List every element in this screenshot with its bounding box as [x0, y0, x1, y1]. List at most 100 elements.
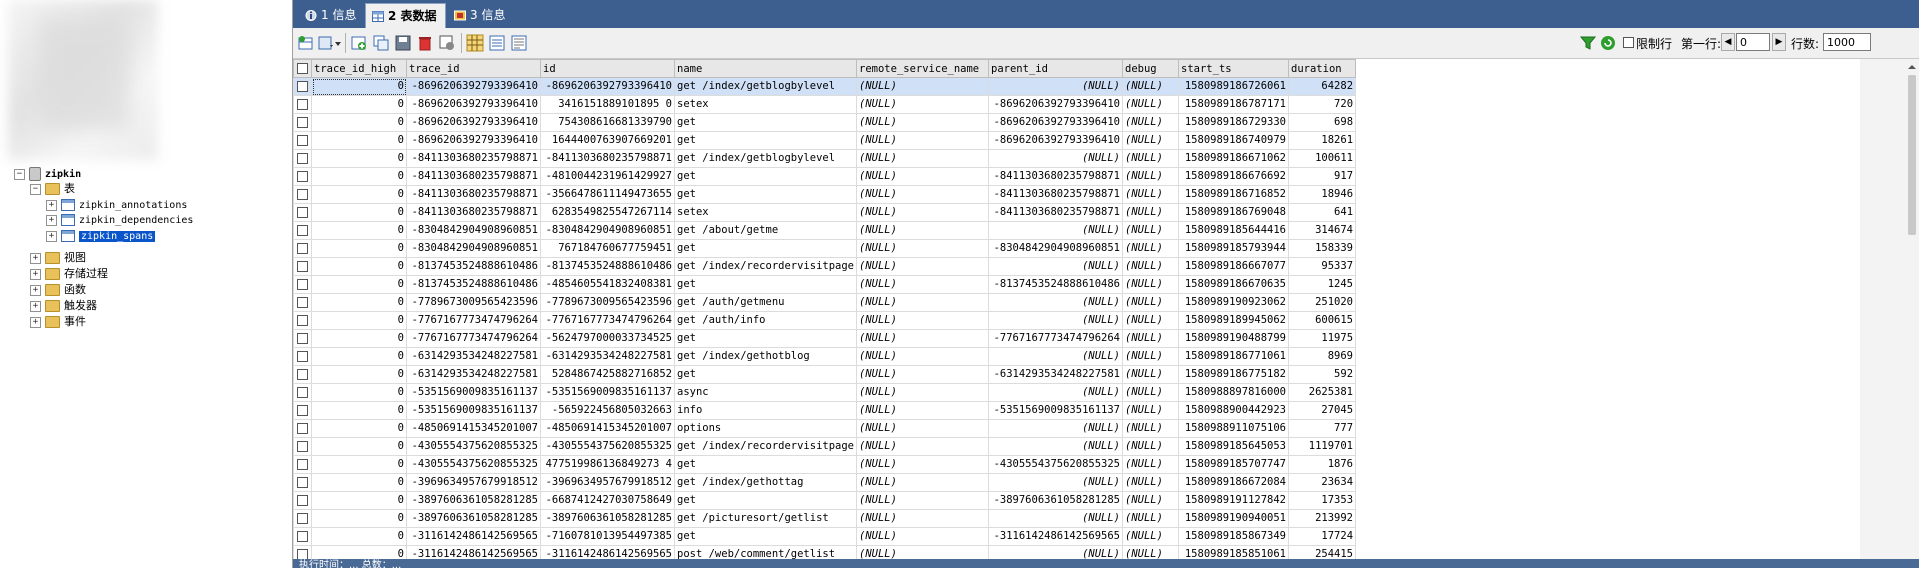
cell-duration[interactable]: 720: [1288, 95, 1357, 114]
cell-id[interactable]: -4854605541832408381: [540, 275, 675, 294]
cell-start-ts[interactable]: 1580989186726061: [1178, 77, 1290, 96]
cell-debug[interactable]: (NULL): [1122, 203, 1180, 222]
cell-id[interactable]: -7160781013954497385: [540, 527, 675, 546]
cell-parent-id[interactable]: -8304842904908960851: [988, 239, 1124, 258]
cell-trace-id-high[interactable]: 0: [311, 383, 407, 402]
cell-parent-id[interactable]: -6314293534248227581: [988, 365, 1124, 384]
cell-id[interactable]: -3897606361058281285: [540, 509, 675, 528]
cell-remote-service-name[interactable]: (NULL): [856, 347, 990, 366]
expand-icon[interactable]: +: [30, 316, 41, 328]
cell-trace-id[interactable]: -8696206392793396410: [406, 77, 541, 96]
cell-remote-service-name[interactable]: (NULL): [856, 419, 990, 438]
row-select-cell[interactable]: [293, 185, 312, 204]
column-header-debug[interactable]: debug: [1122, 59, 1180, 78]
cell-name[interactable]: get: [673, 329, 858, 348]
cell-name[interactable]: get /picturesort/getlist: [673, 509, 858, 528]
cell-start-ts[interactable]: 1580989186775182: [1178, 365, 1290, 384]
cell-remote-service-name[interactable]: (NULL): [856, 77, 990, 96]
row-checkbox[interactable]: [297, 368, 308, 380]
cell-debug[interactable]: (NULL): [1122, 545, 1180, 559]
table-row[interactable]: 0 -8696206392793396410 -869620639279339641…: [293, 77, 1357, 96]
row-checkbox[interactable]: [297, 224, 308, 236]
row-select-cell[interactable]: [293, 383, 312, 402]
cell-id[interactable]: -8696206392793396410: [540, 77, 675, 96]
cell-remote-service-name[interactable]: (NULL): [856, 365, 990, 384]
cell-start-ts[interactable]: 1580989186787171: [1178, 95, 1290, 114]
prev-page-button[interactable]: ◀: [1721, 33, 1735, 51]
cell-debug[interactable]: (NULL): [1122, 527, 1180, 546]
tree-node-procedures[interactable]: + 存储过程: [30, 266, 108, 282]
expand-icon[interactable]: +: [30, 300, 41, 312]
cell-parent-id[interactable]: (NULL): [988, 437, 1124, 456]
cell-id[interactable]: -8304842904908960851: [540, 221, 675, 240]
cell-name[interactable]: get: [673, 527, 858, 546]
row-checkbox[interactable]: [297, 386, 308, 398]
table-row[interactable]: 0 -8411303680235798871 -841130368023579887…: [293, 149, 1357, 168]
row-checkbox[interactable]: [297, 116, 308, 128]
row-select-cell[interactable]: [293, 257, 312, 276]
cell-trace-id-high[interactable]: 0: [311, 347, 407, 366]
table-row[interactable]: 0 -7767167773474796264 -562479700003373452…: [293, 329, 1357, 348]
cell-debug[interactable]: (NULL): [1122, 329, 1180, 348]
cell-id[interactable]: 754308616681339790: [540, 113, 675, 132]
column-header-id[interactable]: id: [540, 59, 675, 78]
cell-remote-service-name[interactable]: (NULL): [856, 131, 990, 150]
cell-remote-service-name[interactable]: (NULL): [856, 95, 990, 114]
table-row[interactable]: 0 -8304842904908960851 -830484290490896085…: [293, 221, 1357, 240]
cell-trace-id-high[interactable]: 0: [311, 473, 407, 492]
table-row[interactable]: 0 -8137453524888610486 -485460554183240838…: [293, 275, 1357, 294]
cell-trace-id[interactable]: -8411303680235798871: [406, 203, 541, 222]
cell-trace-id-high[interactable]: 0: [311, 509, 407, 528]
cell-duration[interactable]: 600615: [1288, 311, 1357, 330]
cell-trace-id-high[interactable]: 0: [311, 95, 407, 114]
cell-duration[interactable]: 27045: [1288, 401, 1357, 420]
cell-id[interactable]: -5351569009835161137: [540, 383, 675, 402]
row-checkbox[interactable]: [297, 152, 308, 164]
cell-duration[interactable]: 641: [1288, 203, 1357, 222]
cell-id[interactable]: 3416151889101895 0: [540, 95, 675, 114]
cell-remote-service-name[interactable]: (NULL): [856, 113, 990, 132]
row-checkbox[interactable]: [297, 332, 308, 344]
tree-node-table-spans[interactable]: + zipkin_spans: [46, 228, 156, 244]
cell-remote-service-name[interactable]: (NULL): [856, 257, 990, 276]
cell-start-ts[interactable]: 1580989190488799: [1178, 329, 1290, 348]
cell-debug[interactable]: (NULL): [1122, 419, 1180, 438]
cell-id[interactable]: -6314293534248227581: [540, 347, 675, 366]
cell-duration[interactable]: 1245: [1288, 275, 1357, 294]
cell-trace-id-high[interactable]: 0: [311, 401, 407, 420]
cell-trace-id-high[interactable]: 0: [311, 257, 407, 276]
cell-trace-id-high[interactable]: 0: [311, 419, 407, 438]
cell-trace-id[interactable]: -5351569009835161137: [406, 401, 541, 420]
tree-node-table-annotations[interactable]: + zipkin_annotations: [46, 197, 187, 213]
tree-node-events[interactable]: + 事件: [30, 314, 86, 330]
cell-name[interactable]: get: [673, 113, 858, 132]
cell-parent-id[interactable]: -8137453524888610486: [988, 275, 1124, 294]
cell-duration[interactable]: 592: [1288, 365, 1357, 384]
scroll-up-icon[interactable]: [1908, 63, 1916, 71]
table-row[interactable]: 0 -3116142486142569565 -716078101395449738…: [293, 527, 1357, 546]
duplicate-row-icon[interactable]: [372, 34, 390, 52]
tree-node-tables[interactable]: − 表: [30, 181, 75, 197]
table-row[interactable]: 0 -4305554375620855325 477519986136849273 …: [293, 455, 1357, 474]
cell-parent-id[interactable]: (NULL): [988, 419, 1124, 438]
cell-start-ts[interactable]: 1580989185707747: [1178, 455, 1290, 474]
row-checkbox[interactable]: [297, 548, 308, 559]
cell-remote-service-name[interactable]: (NULL): [856, 203, 990, 222]
table-row[interactable]: 0 -6314293534248227581 5284867425882716852…: [293, 365, 1357, 384]
cell-trace-id-high[interactable]: 0: [311, 203, 407, 222]
cell-trace-id[interactable]: -4850691415345201007: [406, 419, 541, 438]
cell-trace-id[interactable]: -8304842904908960851: [406, 221, 541, 240]
tree-node-views[interactable]: + 视图: [30, 250, 86, 266]
cell-remote-service-name[interactable]: (NULL): [856, 293, 990, 312]
column-header-trace-id[interactable]: trace_id: [406, 59, 541, 78]
cell-trace-id[interactable]: -8696206392793396410: [406, 95, 541, 114]
cell-duration[interactable]: 17353: [1288, 491, 1357, 510]
cell-duration[interactable]: 158339: [1288, 239, 1357, 258]
row-select-cell[interactable]: [293, 131, 312, 150]
cell-remote-service-name[interactable]: (NULL): [856, 311, 990, 330]
cell-parent-id[interactable]: (NULL): [988, 347, 1124, 366]
row-select-cell[interactable]: [293, 347, 312, 366]
cell-name[interactable]: get: [673, 131, 858, 150]
table-row[interactable]: 0 -7767167773474796264 -776716777347479626…: [293, 311, 1357, 330]
limit-checkbox[interactable]: [1623, 37, 1634, 48]
